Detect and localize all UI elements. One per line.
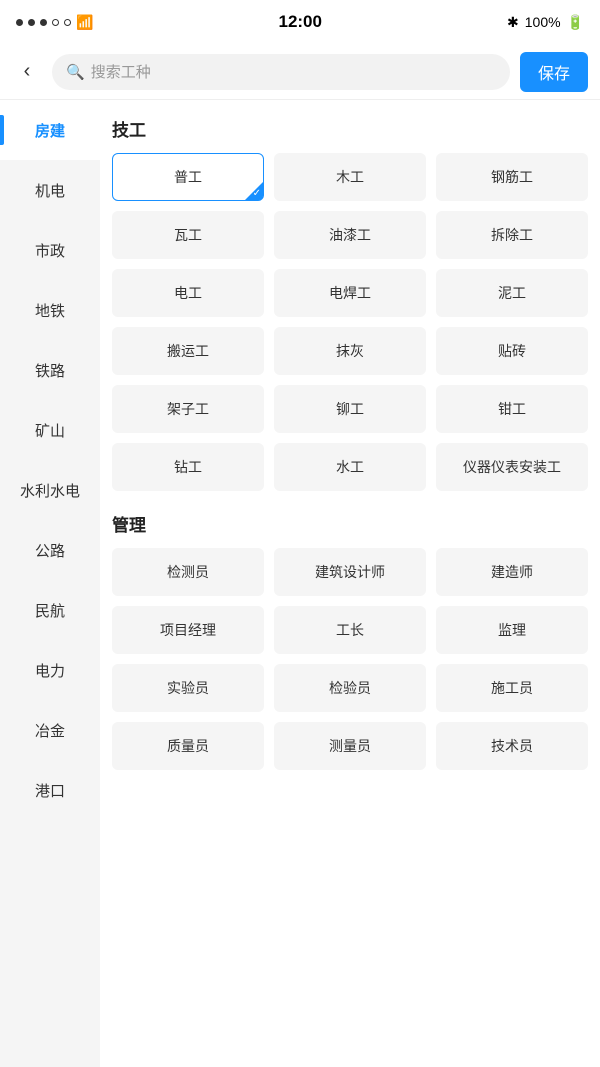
- job-item-jian-yan-yuan[interactable]: 检验员: [274, 664, 426, 712]
- job-item-mo-hui[interactable]: 抹灰: [274, 327, 426, 375]
- section-title-ji-gong: 技工: [112, 116, 588, 141]
- job-item-shi-gong-yuan[interactable]: 施工员: [436, 664, 588, 712]
- sidebar-item-di-tie[interactable]: 地铁: [0, 280, 100, 340]
- job-item-qian-gong[interactable]: 钳工: [436, 385, 588, 433]
- sidebar-item-dian-li[interactable]: 电力: [0, 640, 100, 700]
- job-item-ji-shu-yuan[interactable]: 技术员: [436, 722, 588, 770]
- sidebar-item-fang-jian[interactable]: 房建: [0, 100, 100, 160]
- job-item-ban-yun-gong[interactable]: 搬运工: [112, 327, 264, 375]
- job-item-liu-gong[interactable]: 铆工: [274, 385, 426, 433]
- job-item-tie-zhuan[interactable]: 贴砖: [436, 327, 588, 375]
- sidebar-item-ji-dian[interactable]: 机电: [0, 160, 100, 220]
- job-item-shi-yan-yuan[interactable]: 实验员: [112, 664, 264, 712]
- signal-dot-5: [64, 19, 71, 26]
- save-button[interactable]: 保存: [520, 52, 588, 92]
- job-item-jian-li[interactable]: 监理: [436, 606, 588, 654]
- job-item-wa-gong[interactable]: 瓦工: [112, 211, 264, 259]
- search-box[interactable]: 🔍 搜索工种: [52, 54, 510, 90]
- sidebar-item-kuang-shan[interactable]: 矿山: [0, 400, 100, 460]
- search-placeholder: 搜索工种: [91, 61, 151, 82]
- sidebar-item-gang-kou[interactable]: 港口: [0, 760, 100, 820]
- signal-dot-2: [28, 19, 35, 26]
- section-title-guan-li: 管理: [112, 511, 588, 536]
- sidebar-item-shi-zheng[interactable]: 市政: [0, 220, 100, 280]
- search-icon: 🔍: [66, 63, 85, 81]
- job-item-pu-gong[interactable]: 普工: [112, 153, 264, 201]
- status-right: ✱ 100% 🔋: [507, 14, 584, 31]
- job-item-you-qi-gong[interactable]: 油漆工: [274, 211, 426, 259]
- job-grid-ji-gong: 普工木工钢筋工瓦工油漆工拆除工电工电焊工泥工搬运工抹灰贴砖架子工铆工钳工钻工水工…: [112, 153, 588, 491]
- sidebar-item-ye-jin[interactable]: 冶金: [0, 700, 100, 760]
- sidebar-item-shui-li[interactable]: 水利水电: [0, 460, 100, 520]
- bluetooth-icon: ✱: [507, 14, 519, 31]
- status-bar: 📶 12:00 ✱ 100% 🔋: [0, 0, 600, 44]
- battery-icon: 🔋: [567, 14, 584, 31]
- job-item-yi-qi[interactable]: 仪器仪表安装工: [436, 443, 588, 491]
- header: ‹ 🔍 搜索工种 保存: [0, 44, 600, 100]
- job-item-mu-gong[interactable]: 木工: [274, 153, 426, 201]
- main-content: 房建机电市政地铁铁路矿山水利水电公路民航电力冶金港口 技工普工木工钢筋工瓦工油漆…: [0, 100, 600, 1067]
- job-item-chai-chu-gong[interactable]: 拆除工: [436, 211, 588, 259]
- sidebar-item-tie-lu[interactable]: 铁路: [0, 340, 100, 400]
- signal-dot-3: [40, 19, 47, 26]
- wifi-icon: 📶: [76, 14, 93, 31]
- job-item-shui-gong[interactable]: 水工: [274, 443, 426, 491]
- signal-dot-1: [16, 19, 23, 26]
- job-item-jian-ce-yuan[interactable]: 检测员: [112, 548, 264, 596]
- job-item-zuan-gong[interactable]: 钻工: [112, 443, 264, 491]
- status-time: 12:00: [278, 12, 321, 32]
- back-button[interactable]: ‹: [12, 57, 42, 87]
- job-item-dian-gong[interactable]: 电工: [112, 269, 264, 317]
- job-item-gong-zhang[interactable]: 工长: [274, 606, 426, 654]
- sidebar: 房建机电市政地铁铁路矿山水利水电公路民航电力冶金港口: [0, 100, 100, 1067]
- job-item-gang-jin-gong[interactable]: 钢筋工: [436, 153, 588, 201]
- right-panel: 技工普工木工钢筋工瓦工油漆工拆除工电工电焊工泥工搬运工抹灰贴砖架子工铆工钳工钻工…: [100, 100, 600, 1067]
- job-item-ni-gong[interactable]: 泥工: [436, 269, 588, 317]
- job-item-xiang-mu-jing-li[interactable]: 项目经理: [112, 606, 264, 654]
- job-item-jian-zhu-she-ji-shi[interactable]: 建筑设计师: [274, 548, 426, 596]
- job-item-jian-zao-shi[interactable]: 建造师: [436, 548, 588, 596]
- job-item-zhi-liang-yuan[interactable]: 质量员: [112, 722, 264, 770]
- status-left: 📶: [16, 14, 93, 31]
- battery-percent: 100%: [525, 14, 561, 30]
- signal-dot-4: [52, 19, 59, 26]
- sidebar-item-min-hang[interactable]: 民航: [0, 580, 100, 640]
- sidebar-item-gong-lu[interactable]: 公路: [0, 520, 100, 580]
- job-item-ce-liang-yuan[interactable]: 测量员: [274, 722, 426, 770]
- job-item-dian-han-gong[interactable]: 电焊工: [274, 269, 426, 317]
- job-grid-guan-li: 检测员建筑设计师建造师项目经理工长监理实验员检验员施工员质量员测量员技术员: [112, 548, 588, 770]
- job-item-jia-zi-gong[interactable]: 架子工: [112, 385, 264, 433]
